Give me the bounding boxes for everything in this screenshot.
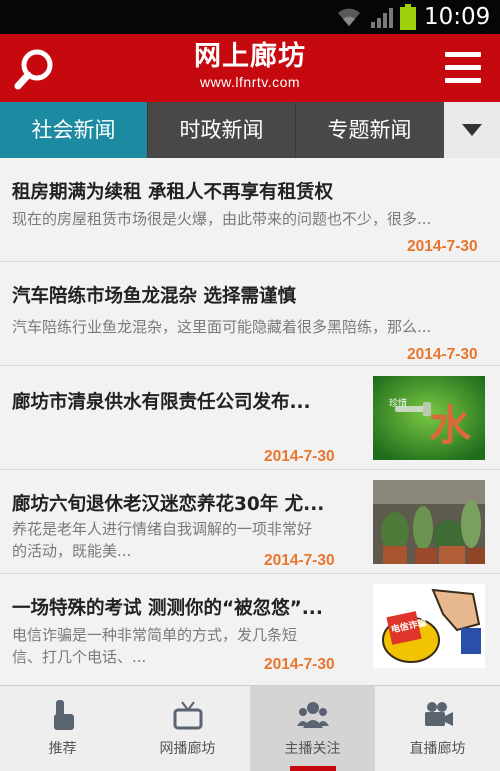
pointer-hand-icon <box>53 700 74 730</box>
news-summary: 汽车陪练行业鱼龙混杂，这里面可能隐藏着很多黑陪练，那么... <box>12 318 432 336</box>
app-title: 网上廊坊 <box>194 41 306 72</box>
news-title: 一场特殊的考试 测测你的“被忽悠”... <box>12 598 323 619</box>
list-item[interactable]: 廊坊六旬退休老汉迷恋养花30年 尤... 养花是老年人进行情绪自我调解的一项非常… <box>0 470 500 574</box>
nav-live[interactable]: 直播廊坊 <box>375 686 500 771</box>
search-icon[interactable] <box>12 45 58 91</box>
list-item[interactable]: 租房期满为续租 承租人不再享有租赁权 现在的房屋租赁市场很是火爆，由此带来的问题… <box>0 158 500 262</box>
nav-label: 直播廊坊 <box>409 741 466 757</box>
nav-web-broadcast[interactable]: 网播廊坊 <box>125 686 250 771</box>
wifi-icon <box>338 8 360 26</box>
thumb-water-char: 水 <box>429 401 472 450</box>
news-date: 2014-7-30 <box>264 552 335 569</box>
tabs-more-button[interactable] <box>444 102 500 158</box>
tab-special-news[interactable]: 专题新闻 <box>296 102 443 158</box>
list-item[interactable]: 一场特殊的考试 测测你的“被忽悠”... 电信诈骗是一种非常简单的方式，发几条短… <box>0 574 500 686</box>
news-summary: 现在的房屋租赁市场很是火爆，由此带来的问题也不少，很多... <box>12 210 432 228</box>
nav-label: 网播廊坊 <box>159 741 216 757</box>
thumb-caption: 珍惜 <box>389 397 407 409</box>
app-header: 网上廊坊 www.lfnrtv.com <box>0 34 500 102</box>
menu-icon[interactable] <box>440 48 486 88</box>
news-title: 廊坊六旬退休老汉迷恋养花30年 尤... <box>12 494 325 515</box>
nav-anchor-follow[interactable]: 主播关注 <box>250 686 375 771</box>
news-thumbnail: 电信诈骗 <box>373 584 485 668</box>
news-title: 廊坊市清泉供水有限责任公司发布... <box>12 392 311 413</box>
app-url: www.lfnrtv.com <box>199 74 301 90</box>
nav-label: 推荐 <box>48 741 77 757</box>
nav-recommend[interactable]: 推荐 <box>0 686 125 771</box>
status-time: 10:09 <box>424 4 491 30</box>
tab-politics-news[interactable]: 时政新闻 <box>148 102 295 158</box>
tv-icon <box>173 701 202 730</box>
category-tabs: 社会新闻 时政新闻 专题新闻 <box>0 102 500 158</box>
users-icon <box>296 702 329 728</box>
news-date: 2014-7-30 <box>264 656 335 673</box>
active-tab-indicator <box>290 766 336 771</box>
news-thumbnail: 珍惜 水 <box>373 376 485 460</box>
list-item[interactable]: 汽车陪练市场鱼龙混杂 选择需谨慎 汽车陪练行业鱼龙混杂，这里面可能隐藏着很多黑陪… <box>0 262 500 366</box>
bottom-nav: 推荐 网播廊坊 主播关注 直播廊坊 <box>0 685 500 771</box>
news-date: 2014-7-30 <box>407 346 478 363</box>
signal-icon <box>371 8 393 28</box>
news-title: 租房期满为续租 承租人不再享有租赁权 <box>12 182 333 203</box>
video-camera-icon <box>424 702 453 726</box>
news-title: 汽车陪练市场鱼龙混杂 选择需谨慎 <box>12 286 296 307</box>
nav-label: 主播关注 <box>284 741 341 757</box>
dropdown-triangle-icon <box>462 124 482 136</box>
list-item[interactable]: 廊坊市清泉供水有限责任公司发布... 2014-7-30 珍惜 水 <box>0 366 500 470</box>
brand-logo: 网上廊坊 www.lfnrtv.com <box>150 40 350 90</box>
news-thumbnail <box>373 480 485 564</box>
status-bar: 10:09 <box>0 0 500 34</box>
tab-social-news[interactable]: 社会新闻 <box>0 102 147 158</box>
battery-icon <box>400 4 416 30</box>
news-summary-line1: 养花是老年人进行情绪自我调解的一项非常好 <box>12 520 313 538</box>
news-summary-line1: 电信诈骗是一种非常简单的方式，发几条短 <box>12 626 298 644</box>
news-date: 2014-7-30 <box>407 238 478 255</box>
news-date: 2014-7-30 <box>264 448 335 465</box>
